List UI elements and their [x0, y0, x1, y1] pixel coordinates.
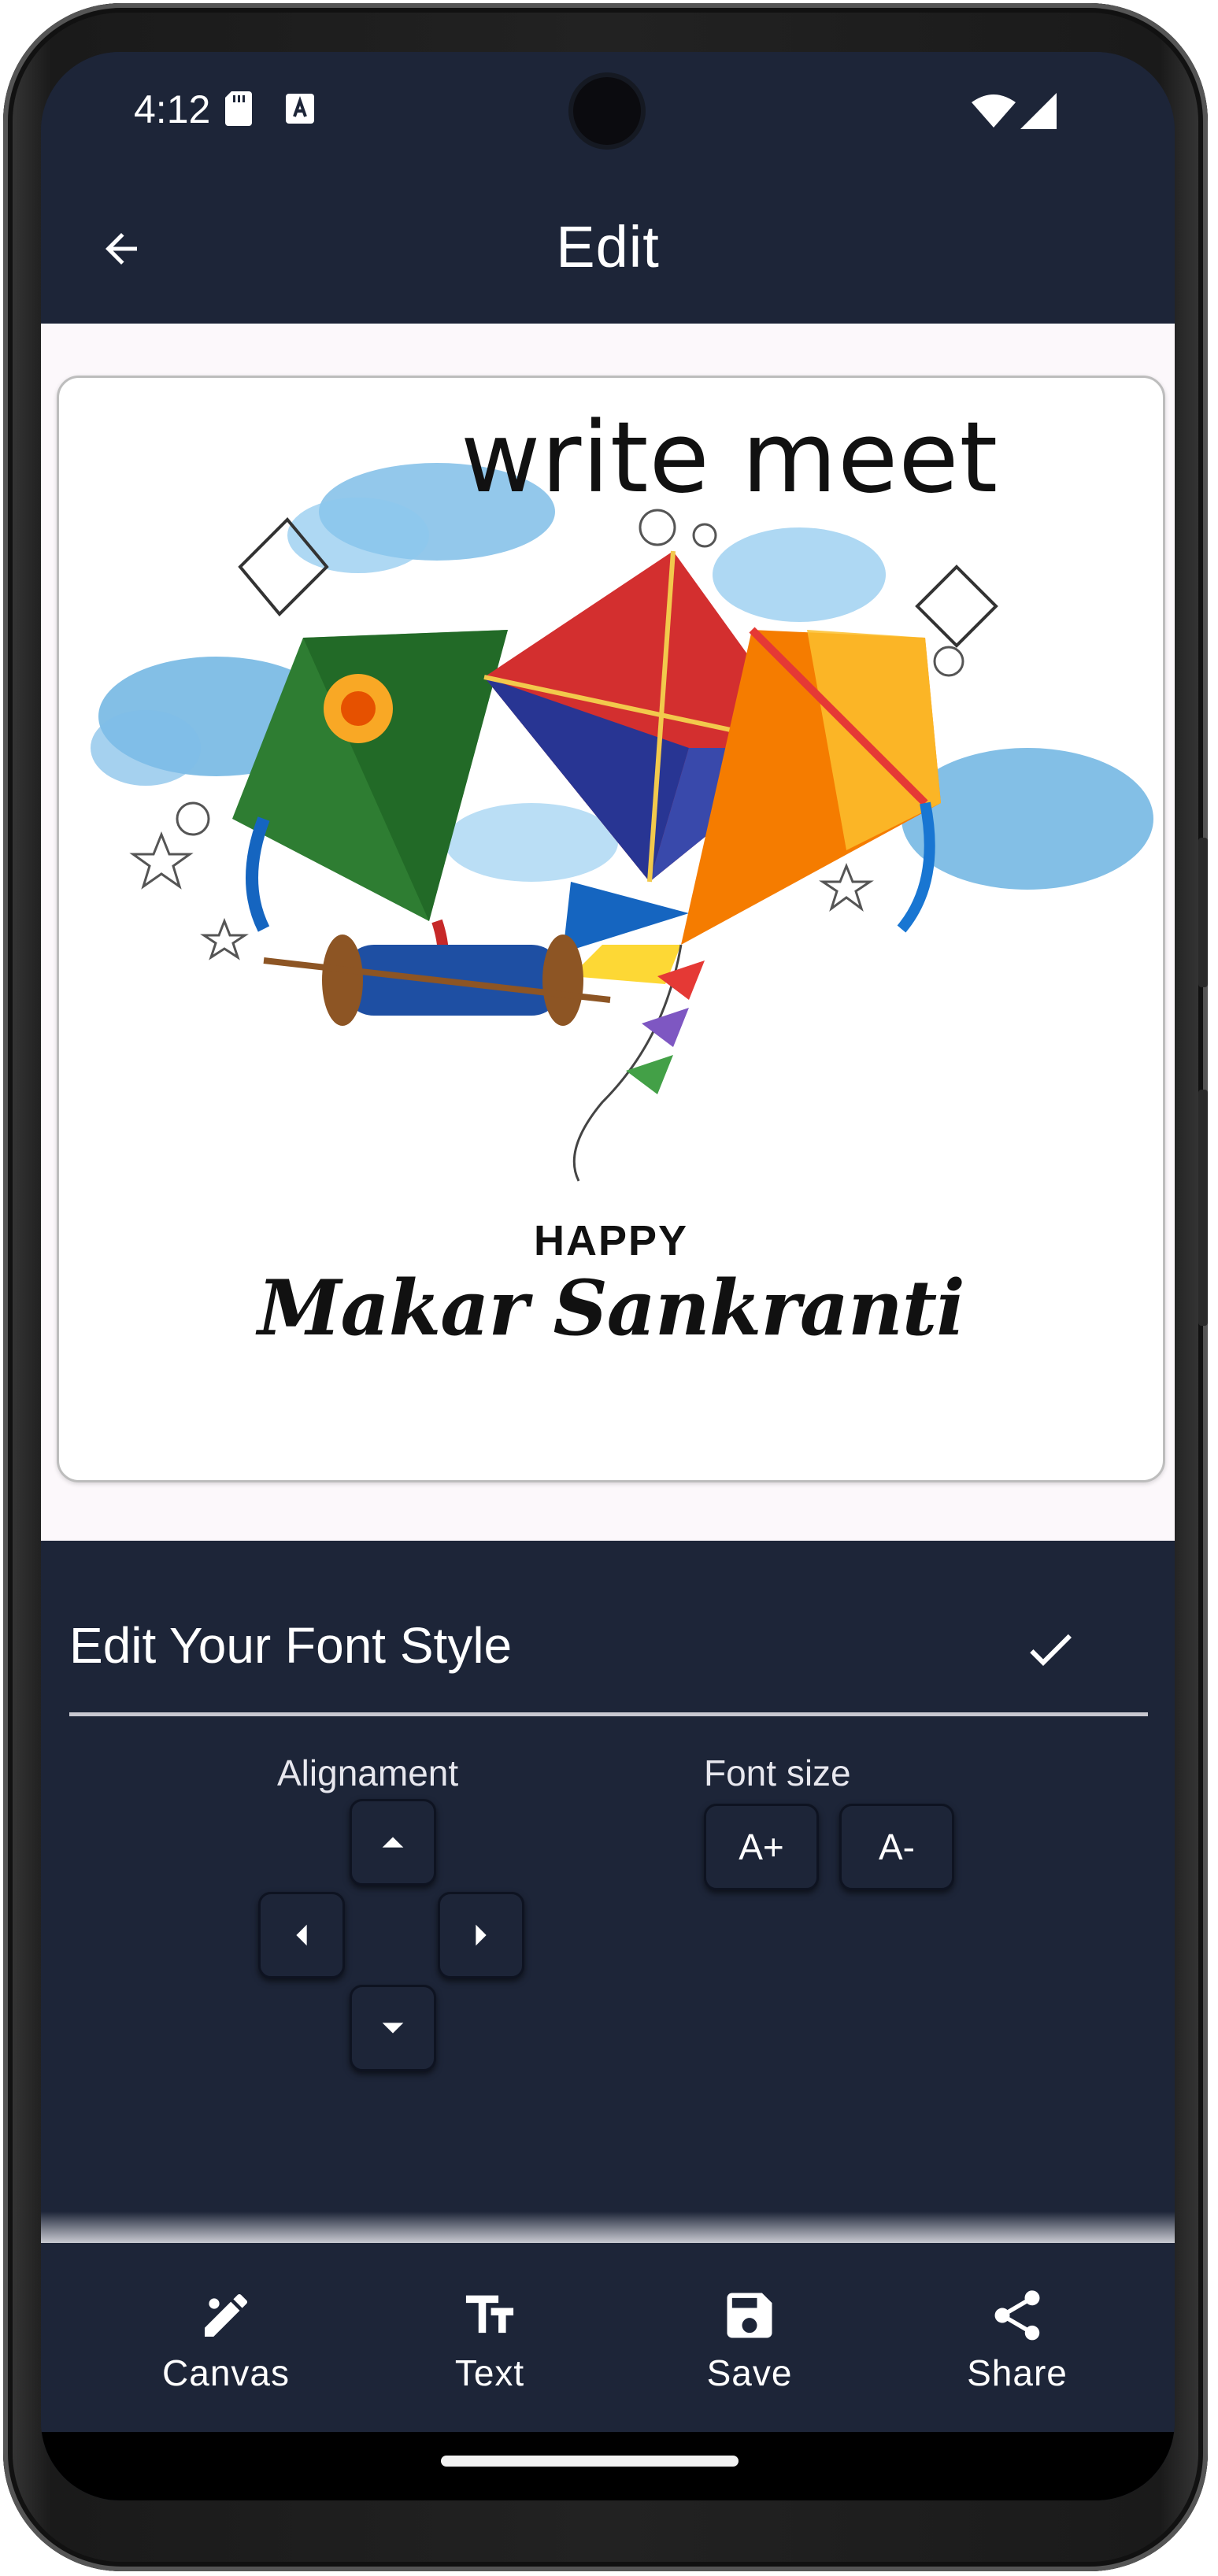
align-right-button[interactable]	[438, 1892, 524, 1978]
back-button[interactable]	[82, 209, 161, 288]
nav-canvas-label: Canvas	[162, 2352, 290, 2393]
arrow-up-icon	[382, 1837, 404, 1848]
arrow-left-icon	[106, 233, 137, 265]
alignment-label: Alignament	[277, 1752, 459, 1793]
app-bar: Edit	[41, 170, 1175, 324]
font-size-label: Font size	[704, 1752, 851, 1793]
nav-share-label: Share	[967, 2352, 1068, 2393]
card-greeting-happy: HAPPY	[533, 1217, 689, 1264]
front-camera	[573, 77, 641, 145]
screen: 4:12 Edit write meet HAPPY Makar Sankran…	[41, 52, 1175, 2500]
font-style-sheet: Edit Your Font Style Alignament Font siz…	[41, 1541, 1175, 2243]
editable-overlay-text[interactable]: write meet	[461, 402, 998, 515]
save-icon	[718, 2284, 781, 2347]
divider	[69, 1712, 1148, 1716]
nav-share[interactable]: Share	[931, 2243, 1104, 2432]
align-up-button[interactable]	[350, 1799, 436, 1886]
sheet-shadow	[41, 2211, 1175, 2243]
greeting-card-canvas[interactable]: write meet HAPPY Makar Sankranti	[57, 376, 1165, 1482]
a-badge-icon	[286, 94, 314, 124]
nav-save-label: Save	[706, 2352, 793, 2393]
card-greeting-title: Makar Sankranti	[257, 1264, 964, 1353]
nav-canvas[interactable]: Canvas	[128, 2243, 324, 2432]
status-bar: 4:12	[41, 52, 1175, 170]
nav-text[interactable]: Text	[411, 2243, 568, 2432]
power-button	[1198, 1090, 1208, 1326]
arrow-left-icon	[296, 1924, 307, 1946]
font-decrease-button[interactable]: A-	[839, 1804, 954, 1890]
wifi-icon	[972, 94, 1016, 128]
check-icon	[1030, 1634, 1072, 1666]
sheet-title: Edit Your Font Style	[69, 1617, 513, 1674]
content-area: write meet HAPPY Makar Sankranti	[41, 324, 1175, 1541]
cell-signal-icon	[1020, 93, 1057, 129]
sd-card-icon	[225, 91, 252, 126]
text-fields-icon	[458, 2284, 521, 2347]
page-title: Edit	[556, 214, 660, 279]
arrow-down-icon	[382, 2023, 404, 2034]
bottom-navigation: Canvas Text Save Share	[41, 2243, 1175, 2432]
gesture-bar	[41, 2432, 1175, 2500]
home-indicator[interactable]	[441, 2456, 739, 2467]
nav-save[interactable]: Save	[671, 2243, 828, 2432]
font-increase-button[interactable]: A+	[704, 1804, 819, 1890]
phone-frame: 4:12 Edit write meet HAPPY Makar Sankran…	[3, 3, 1208, 2571]
arrow-right-icon	[476, 1924, 487, 1946]
share-icon	[986, 2284, 1049, 2347]
draw-icon	[194, 2284, 257, 2347]
status-time: 4:12	[134, 87, 211, 131]
volume-button	[1198, 838, 1208, 987]
align-left-button[interactable]	[258, 1892, 345, 1978]
align-down-button[interactable]	[350, 1985, 436, 2071]
nav-text-label: Text	[454, 2352, 525, 2393]
confirm-button[interactable]	[1011, 1610, 1090, 1689]
